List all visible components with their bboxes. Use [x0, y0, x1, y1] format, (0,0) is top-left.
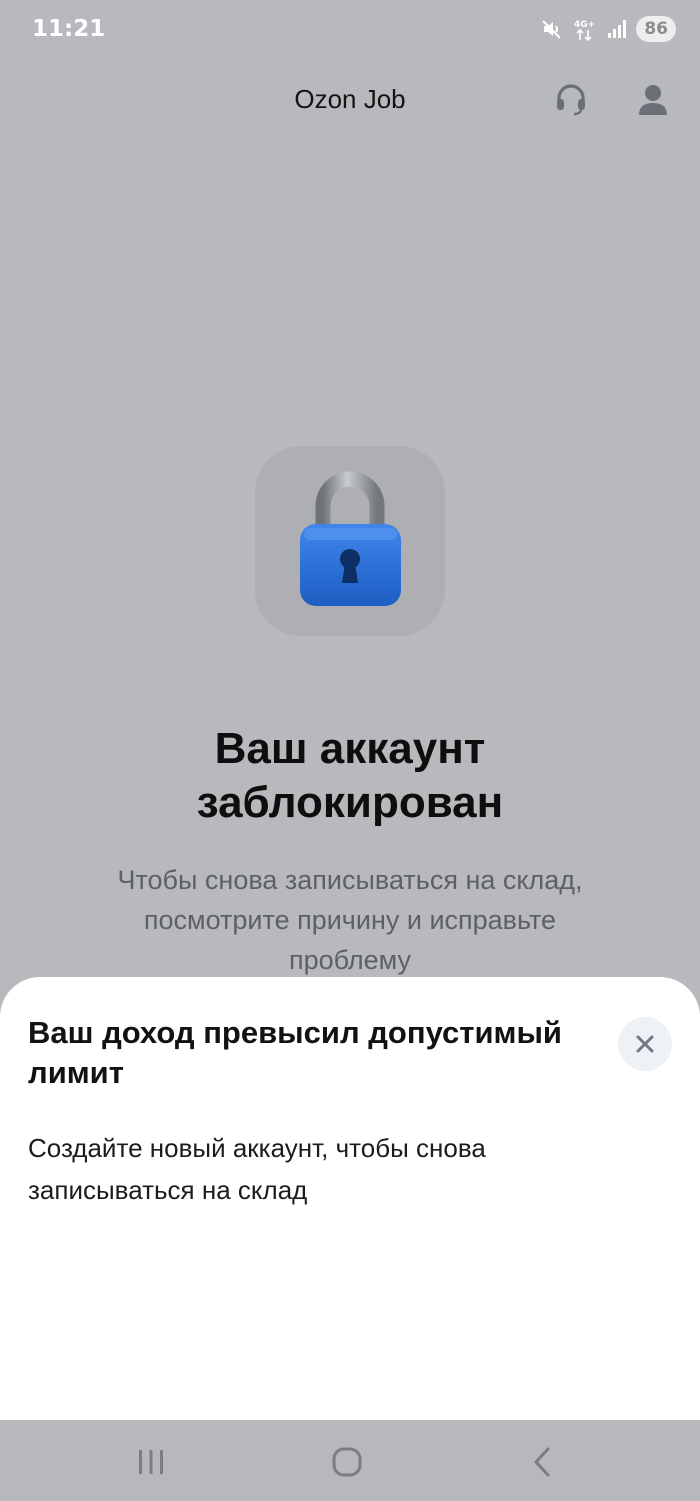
recent-apps-button[interactable]: [121, 1440, 181, 1484]
support-button[interactable]: [548, 76, 594, 122]
bottom-sheet: Ваш доход превысил допустимый лимит Созд…: [0, 977, 700, 1420]
status-bar: 11:21 4G+ 86: [0, 0, 700, 62]
headset-icon: [557, 84, 585, 116]
network-4g-icon: 4G+: [574, 20, 596, 42]
system-nav-bar: [0, 1420, 700, 1501]
mute-icon: [542, 20, 562, 39]
close-icon: [636, 1035, 654, 1053]
signal-icon: [608, 20, 627, 38]
blocked-title: Ваш аккаунт заблокирован: [196, 724, 504, 827]
recent-apps-icon: [139, 1450, 163, 1474]
lock-illustration: [255, 446, 445, 636]
profile-button[interactable]: [630, 76, 676, 122]
top-bar: Ozon Job: [0, 70, 700, 130]
status-time: 11:21: [32, 16, 106, 42]
app-title: Ozon Job: [294, 84, 406, 114]
network-label: 4G+: [574, 20, 595, 30]
sheet-title: Ваш доход превысил допустимый лимит: [28, 1015, 562, 1090]
sheet-text: Создайте новый аккаунт, чтобы снова запи…: [28, 1133, 486, 1205]
blocked-description: Чтобы снова записываться на склад, посмо…: [117, 865, 583, 975]
padlock-icon: [300, 471, 401, 606]
back-button[interactable]: [513, 1440, 573, 1484]
home-icon: [332, 1447, 362, 1477]
sheet-close-button[interactable]: [618, 1017, 672, 1071]
home-button[interactable]: [317, 1440, 377, 1484]
user-icon: [639, 85, 667, 115]
back-icon: [534, 1447, 550, 1477]
battery-icon: 86: [636, 16, 676, 42]
status-icons: 4G+ 86: [540, 16, 676, 42]
